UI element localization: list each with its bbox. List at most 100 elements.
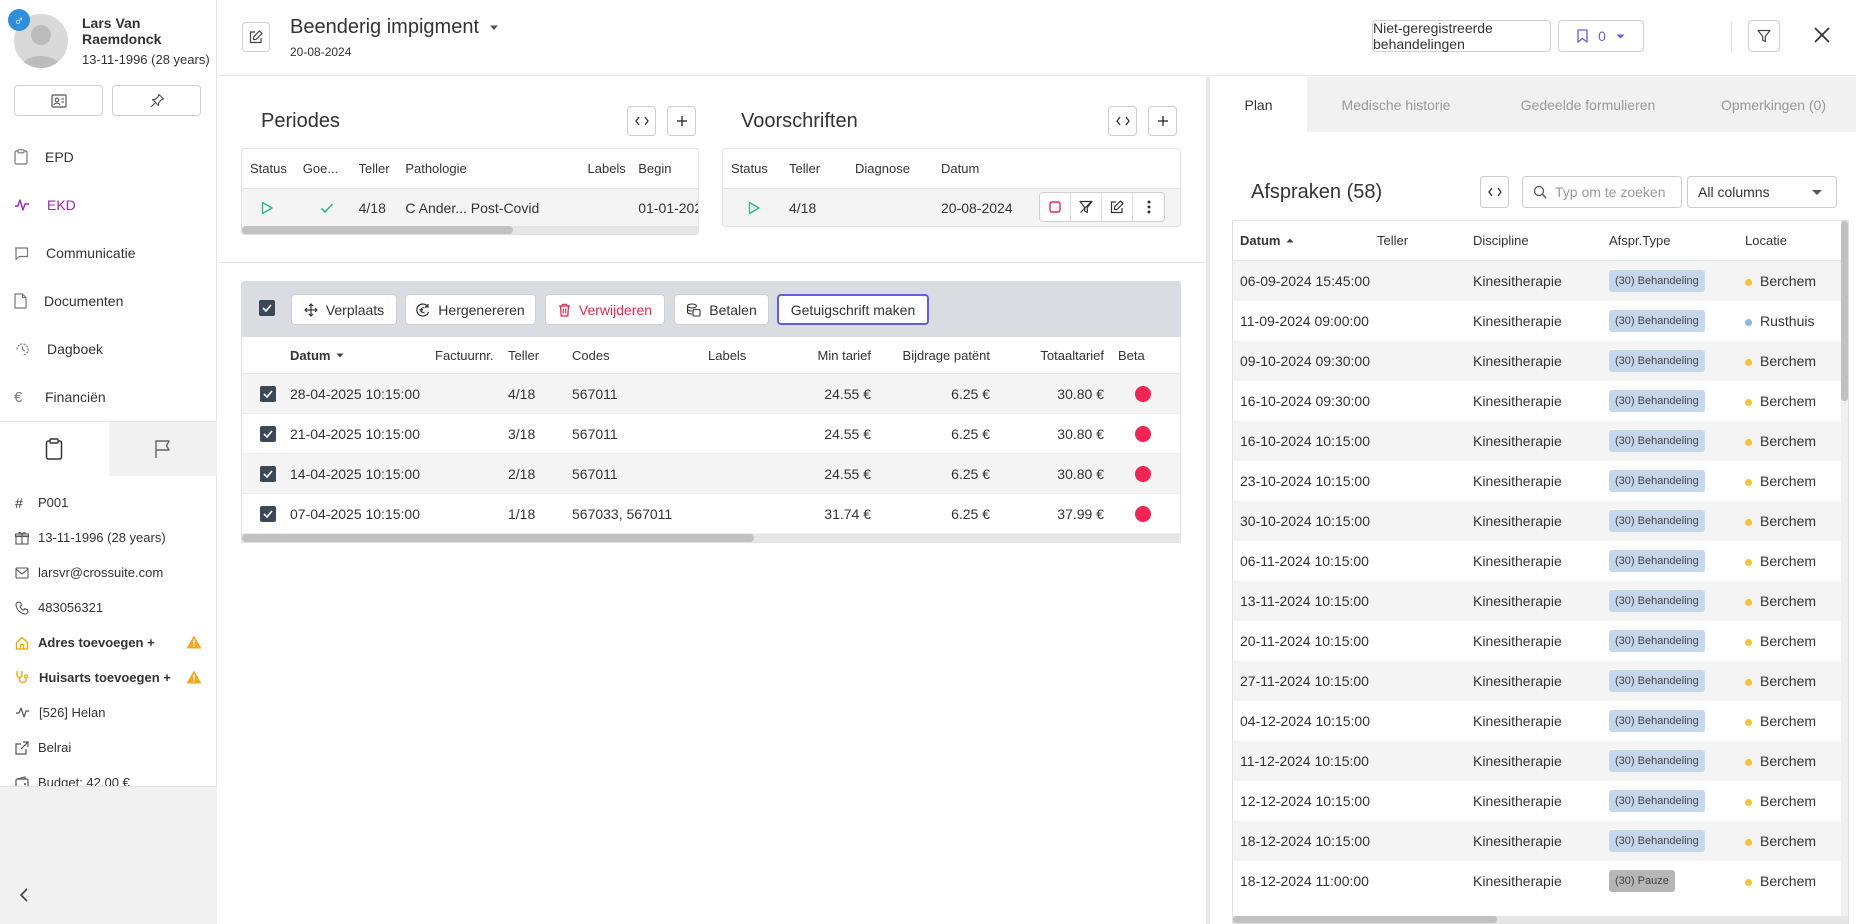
table-row[interactable]: 21-04-2025 10:15:00 3/18 567011 24.55 € 6.25…: [242, 414, 1180, 454]
row-checkbox[interactable]: [242, 425, 290, 442]
col-teller[interactable]: Teller: [789, 161, 855, 176]
vertical-scrollbar[interactable]: [1841, 221, 1848, 923]
nav-item-communicatie[interactable]: Communicatie: [0, 229, 217, 277]
bookmark-dropdown[interactable]: 0: [1558, 20, 1644, 52]
voorschriften-add-button[interactable]: [1148, 106, 1177, 136]
table-row[interactable]: 18-12-2024 11:00:00 Kinesitherapie (30) Pa…: [1233, 861, 1848, 901]
col-teller[interactable]: Teller: [359, 161, 406, 176]
filter-button[interactable]: [1748, 20, 1780, 52]
table-row[interactable]: 27-11-2024 10:15:00 Kinesitherapie (30) Be…: [1233, 661, 1848, 701]
nav-item-ekd[interactable]: EKD: [0, 181, 217, 229]
row-checkbox[interactable]: [242, 465, 290, 482]
row-checkbox[interactable]: [242, 505, 290, 522]
table-row[interactable]: 16-10-2024 09:30:00 Kinesitherapie (30) Be…: [1233, 381, 1848, 421]
table-row[interactable]: 23-10-2024 10:15:00 Kinesitherapie (30) Be…: [1233, 461, 1848, 501]
column-filter-select[interactable]: All columns: [1687, 176, 1837, 208]
edit-button[interactable]: [1102, 193, 1133, 221]
info-phone[interactable]: 483056321: [0, 590, 217, 625]
table-row[interactable]: 28-04-2025 10:15:00 4/18 567011 24.55 € 6.25…: [242, 374, 1180, 414]
pin-button[interactable]: [112, 85, 201, 116]
close-button[interactable]: [1813, 26, 1831, 44]
col-begin[interactable]: Begin: [638, 161, 698, 176]
col-datum[interactable]: Datum: [1233, 233, 1377, 248]
col-codes[interactable]: Codes: [572, 348, 708, 363]
info-belrai[interactable]: Belrai: [0, 730, 217, 765]
periodes-toggle-columns-button[interactable]: [627, 106, 656, 136]
col-teller[interactable]: Teller: [1377, 233, 1473, 248]
col-labels[interactable]: Labels: [588, 161, 639, 176]
afspraken-search-input[interactable]: Typ om te zoeken: [1522, 176, 1682, 208]
tab-plan[interactable]: Plan: [1210, 77, 1307, 132]
col-labels[interactable]: Labels: [708, 348, 798, 363]
col-diagnose[interactable]: Diagnose: [855, 161, 941, 176]
afspraken-toggle-columns-button[interactable]: [1480, 176, 1509, 208]
tab-gedeelde-formulieren[interactable]: Gedeelde formulieren: [1485, 77, 1691, 132]
getuigschrift-maken-button[interactable]: Getuigschrift maken: [777, 294, 929, 325]
col-status[interactable]: Status: [242, 161, 303, 176]
col-afspr-type[interactable]: Afspr.Type: [1609, 233, 1745, 248]
table-row[interactable]: 06-09-2024 15:45:00 Kinesitherapie (30) Be…: [1233, 261, 1848, 301]
table-row[interactable]: 11-12-2024 10:15:00 Kinesitherapie (30) Be…: [1233, 741, 1848, 781]
betalen-button[interactable]: Betalen: [674, 294, 769, 325]
table-row[interactable]: 20-11-2024 10:15:00 Kinesitherapie (30) Be…: [1233, 621, 1848, 661]
col-datum[interactable]: Datum: [941, 161, 1031, 176]
col-discipline[interactable]: Discipline: [1473, 233, 1609, 248]
horizontal-scrollbar[interactable]: [242, 226, 698, 234]
table-row[interactable]: 18-12-2024 10:15:00 Kinesitherapie (30) Be…: [1233, 821, 1848, 861]
more-button[interactable]: [1133, 193, 1164, 221]
table-row[interactable]: 4/18 C Ander... Post-Covid 01-01-2024: [242, 188, 698, 226]
verplaats-button[interactable]: Verplaats: [291, 294, 397, 325]
table-row[interactable]: 12-12-2024 10:15:00 Kinesitherapie (30) Be…: [1233, 781, 1848, 821]
table-row[interactable]: 09-10-2024 09:30:00 Kinesitherapie (30) Be…: [1233, 341, 1848, 381]
info-add-gp[interactable]: Huisarts toevoegen +: [0, 660, 217, 695]
verwijderen-button[interactable]: Verwijderen: [545, 294, 665, 325]
table-row[interactable]: 16-10-2024 10:15:00 Kinesitherapie (30) Be…: [1233, 421, 1848, 461]
nav-item-documenten[interactable]: Documenten: [0, 277, 217, 325]
tab-opmerkingen[interactable]: Opmerkingen (0): [1691, 77, 1856, 132]
col-factuurnr[interactable]: Factuurnr.: [435, 348, 508, 363]
select-all-checkbox[interactable]: [259, 300, 275, 316]
info-email[interactable]: larsvr@crossuite.com: [0, 555, 217, 590]
table-row[interactable]: 4/18 20-08-2024: [723, 188, 1180, 226]
edit-title-button[interactable]: [242, 22, 270, 52]
col-bijdrage[interactable]: Bijdrage patënt: [871, 348, 990, 363]
tab-medische-historie[interactable]: Medische historie: [1307, 77, 1485, 132]
col-teller[interactable]: Teller: [508, 348, 572, 363]
col-goedkeuring[interactable]: Goe...: [303, 161, 359, 176]
clear-filter-button[interactable]: [1071, 193, 1102, 221]
scrollbar-thumb[interactable]: [242, 534, 754, 542]
horizontal-scrollbar[interactable]: [1233, 916, 1848, 923]
nav-item-epd[interactable]: EPD: [0, 133, 217, 181]
col-min-tarief[interactable]: Min tarief: [798, 348, 871, 363]
tab-flags[interactable]: [108, 422, 217, 476]
voorschriften-toggle-columns-button[interactable]: [1108, 106, 1137, 136]
col-betaald[interactable]: Betaald: [1104, 348, 1145, 363]
table-row[interactable]: 11-09-2024 09:00:00 Kinesitherapie (30) Be…: [1233, 301, 1848, 341]
col-pathologie[interactable]: Pathologie: [405, 161, 587, 176]
tab-patient-info[interactable]: [0, 422, 109, 476]
scrollbar-thumb[interactable]: [1233, 916, 1497, 923]
horizontal-scrollbar[interactable]: [242, 534, 1180, 542]
unregistered-treatments-button[interactable]: Niet-geregistreerde behandelingen: [1372, 20, 1551, 52]
table-row[interactable]: 30-10-2024 10:15:00 Kinesitherapie (30) Be…: [1233, 501, 1848, 541]
periodes-add-button[interactable]: [667, 106, 696, 136]
add-gp-link[interactable]: Huisarts toevoegen +: [39, 670, 171, 685]
table-row[interactable]: 14-04-2025 10:15:00 2/18 567011 24.55 € 6.25…: [242, 454, 1180, 494]
table-row[interactable]: 04-12-2024 10:15:00 Kinesitherapie (30) Be…: [1233, 701, 1848, 741]
col-locatie[interactable]: Locatie: [1745, 233, 1841, 248]
table-row[interactable]: 07-04-2025 10:15:00 1/18 567033, 567011 31.…: [242, 494, 1180, 534]
info-add-address[interactable]: Adres toevoegen +: [0, 625, 217, 660]
page-title[interactable]: Beenderig impigment: [290, 16, 499, 39]
belrai-link[interactable]: Belrai: [38, 740, 71, 755]
hergenereren-button[interactable]: Hergenereren: [405, 294, 536, 325]
col-datum[interactable]: Datum: [290, 348, 435, 363]
table-row[interactable]: 06-11-2024 10:15:00 Kinesitherapie (30) Be…: [1233, 541, 1848, 581]
collapse-sidebar-button[interactable]: [18, 887, 30, 903]
col-totaaltarief[interactable]: Totaaltarief: [990, 348, 1104, 363]
patient-card-button[interactable]: [14, 85, 103, 116]
table-row[interactable]: 13-11-2024 10:15:00 Kinesitherapie (30) Be…: [1233, 581, 1848, 621]
nav-item-dagboek[interactable]: Dagboek: [0, 325, 217, 373]
col-status[interactable]: Status: [723, 161, 789, 176]
row-checkbox[interactable]: [242, 385, 290, 402]
scrollbar-thumb[interactable]: [242, 226, 513, 234]
